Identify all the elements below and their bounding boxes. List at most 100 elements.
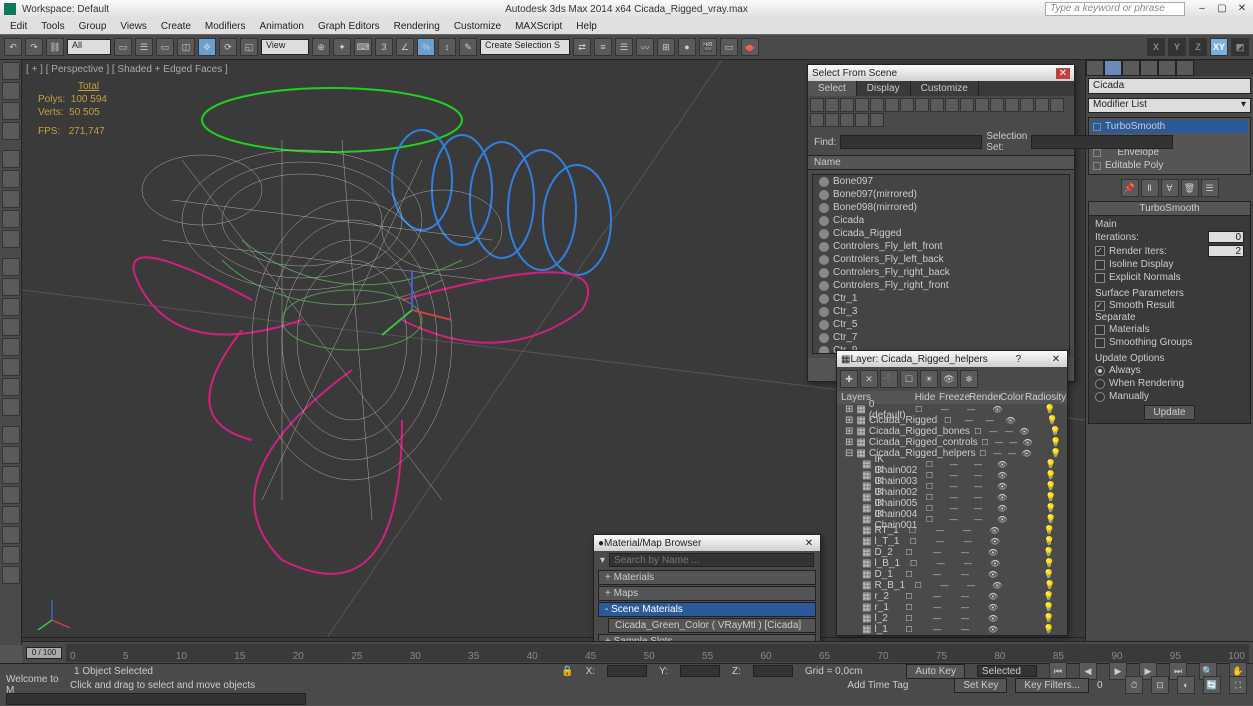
scale-button[interactable]: ◱ xyxy=(240,38,258,56)
select-tool-0[interactable] xyxy=(810,98,824,112)
select-tool-4[interactable] xyxy=(870,98,884,112)
constrain-plane-button[interactable]: ◩ xyxy=(1231,38,1249,56)
scene-item[interactable]: Controlers_Fly_left_back xyxy=(813,253,1069,266)
scene-item[interactable]: Cicada_Rigged xyxy=(813,227,1069,240)
menu-animation[interactable]: Animation xyxy=(259,21,303,32)
undo-button[interactable]: ↶ xyxy=(4,38,22,56)
layer-row[interactable]: ⊞▦Cicada_Rigged☐——👁💡 xyxy=(837,415,1067,426)
layer-row[interactable]: ▦l_2☐——👁💡 xyxy=(837,613,1067,624)
select-panel-close-button[interactable]: ✕ xyxy=(1056,68,1070,79)
select-tool-7[interactable] xyxy=(915,98,929,112)
align-button[interactable]: ≡ xyxy=(594,38,612,56)
left-tool-16[interactable] xyxy=(2,358,20,376)
redo-button[interactable]: ↷ xyxy=(25,38,43,56)
left-tool-19[interactable] xyxy=(2,418,19,424)
select-tool-14[interactable] xyxy=(1020,98,1034,112)
left-tool-2[interactable] xyxy=(2,102,20,120)
scene-item[interactable]: Ctr_7 xyxy=(813,331,1069,344)
menu-group[interactable]: Group xyxy=(79,21,107,32)
move-button[interactable]: ✥ xyxy=(198,38,216,56)
manip-button[interactable]: ✦ xyxy=(333,38,351,56)
scene-item[interactable]: Ctr_5 xyxy=(813,318,1069,331)
x-coord-field[interactable] xyxy=(607,665,647,677)
scene-item[interactable]: Bone097(mirrored) xyxy=(813,188,1069,201)
select-tool-18[interactable] xyxy=(825,113,839,127)
maximize-viewport-button[interactable]: ⛶ xyxy=(1229,676,1247,694)
layer-row[interactable]: ▦l_1☐——👁💡 xyxy=(837,624,1067,635)
select-tool-5[interactable] xyxy=(885,98,899,112)
layer-row[interactable]: ⊞▦0 (default)☐——👁💡 xyxy=(837,404,1067,415)
left-tool-12[interactable] xyxy=(2,278,20,296)
menu-rendering[interactable]: Rendering xyxy=(394,21,440,32)
scene-item[interactable]: Controlers_Fly_left_front xyxy=(813,240,1069,253)
scene-materials-group[interactable]: - Scene Materials xyxy=(598,602,816,617)
layer-row[interactable]: ▦D_2☐——👁💡 xyxy=(837,547,1067,558)
layer-row[interactable]: ▦D_1☐——👁💡 xyxy=(837,569,1067,580)
snap-toggle-button[interactable]: 3 xyxy=(375,38,393,56)
layer-row[interactable]: ▦r_2☐——👁💡 xyxy=(837,591,1067,602)
select-tool-20[interactable] xyxy=(855,113,869,127)
explicit-check[interactable] xyxy=(1095,273,1105,283)
material-browser-panel[interactable]: ● Material/Map Browser✕ ▾ + Materials + … xyxy=(593,534,821,651)
menu-views[interactable]: Views xyxy=(120,21,147,32)
hide-button[interactable]: 👁 xyxy=(940,370,958,388)
left-tool-4[interactable] xyxy=(2,142,19,148)
scene-item[interactable]: Ctr_3 xyxy=(813,305,1069,318)
minimize-button[interactable]: – xyxy=(1195,3,1209,15)
menu-customize[interactable]: Customize xyxy=(454,21,501,32)
left-tool-20[interactable] xyxy=(2,426,20,444)
find-input[interactable] xyxy=(840,135,982,149)
window-crossing-button[interactable]: ◫ xyxy=(177,38,195,56)
left-tool-7[interactable] xyxy=(2,190,20,208)
stack-item[interactable]: Editable Poly xyxy=(1091,159,1248,172)
unique-button[interactable]: ∀ xyxy=(1161,179,1179,197)
left-tool-17[interactable] xyxy=(2,378,20,396)
time-config-button[interactable]: ⏱ xyxy=(1125,676,1143,694)
smooth-result-check[interactable] xyxy=(1095,301,1105,311)
modify-tab[interactable] xyxy=(1104,60,1122,76)
left-tool-22[interactable] xyxy=(2,466,20,484)
render-frame-button[interactable]: ▭ xyxy=(720,38,738,56)
layer-row[interactable]: ⊞▦Cicada_Rigged_controls☐——👁💡 xyxy=(837,437,1067,448)
percent-snap-button[interactable]: % xyxy=(417,38,435,56)
scene-item[interactable]: Bone098(mirrored) xyxy=(813,201,1069,214)
constrain-z-button[interactable]: Z xyxy=(1189,38,1207,56)
layer-row[interactable]: ▦r_1☐——👁💡 xyxy=(837,602,1067,613)
select-tool-9[interactable] xyxy=(945,98,959,112)
left-tool-1[interactable] xyxy=(2,82,20,100)
timeline-ruler[interactable]: 0510152025303540455055606570758085909510… xyxy=(66,644,1249,662)
left-tool-25[interactable] xyxy=(2,526,20,544)
autokey-button[interactable]: Auto Key xyxy=(906,664,965,679)
left-tool-18[interactable] xyxy=(2,398,20,416)
fov-button[interactable]: ◐ xyxy=(1177,676,1195,694)
left-tool-0[interactable] xyxy=(2,62,20,80)
curve-editor-button[interactable]: 〰 xyxy=(636,38,654,56)
select-tool-8[interactable] xyxy=(930,98,944,112)
select-tool-13[interactable] xyxy=(1005,98,1019,112)
select-tool-2[interactable] xyxy=(840,98,854,112)
scene-item[interactable]: Controlers_Fly_right_front xyxy=(813,279,1069,292)
material-panel-close-button[interactable]: ✕ xyxy=(802,538,816,549)
when-render-radio[interactable] xyxy=(1095,379,1105,389)
left-tool-6[interactable] xyxy=(2,170,20,188)
select-tool-1[interactable] xyxy=(825,98,839,112)
lock-icon[interactable]: 🔒 xyxy=(561,666,573,677)
left-tool-27[interactable] xyxy=(2,566,20,584)
left-tool-26[interactable] xyxy=(2,546,20,564)
render-button[interactable]: 🫖 xyxy=(741,38,759,56)
stack-item[interactable]: TurboSmooth xyxy=(1091,120,1248,133)
select-tab-customize[interactable]: Customize xyxy=(911,81,979,96)
zoom-ext-button[interactable]: ⊡ xyxy=(1151,676,1169,694)
left-tool-15[interactable] xyxy=(2,338,20,356)
new-layer-button[interactable]: ✚ xyxy=(840,370,858,388)
select-tab-select[interactable]: Select xyxy=(808,81,857,96)
select-tool-3[interactable] xyxy=(855,98,869,112)
layer-row[interactable]: ⊞▦Cicada_Rigged_bones☐——👁💡 xyxy=(837,426,1067,437)
named-sel-button[interactable]: ✎ xyxy=(459,38,477,56)
constrain-x-button[interactable]: X xyxy=(1147,38,1165,56)
rect-select-button[interactable]: ▭ xyxy=(156,38,174,56)
select-tool-11[interactable] xyxy=(975,98,989,112)
schematic-button[interactable]: ⊞ xyxy=(657,38,675,56)
layer-row[interactable]: ▦IK Chain001☐——👁💡 xyxy=(837,514,1067,525)
select-tool-12[interactable] xyxy=(990,98,1004,112)
